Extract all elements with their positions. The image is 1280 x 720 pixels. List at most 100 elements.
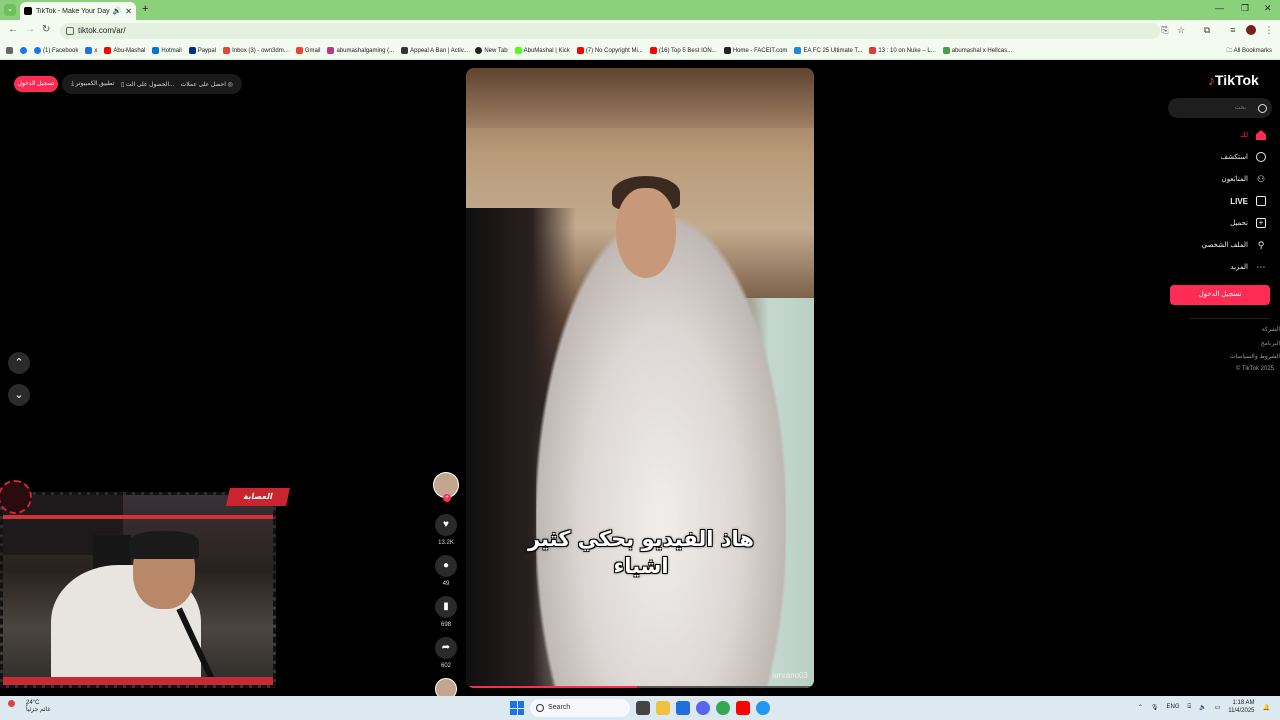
next-video-button[interactable]: ⌄ [8,384,30,406]
sidebar-item-foryou[interactable]: لك [1176,127,1266,143]
follow-plus-icon[interactable]: + [443,494,451,502]
forward-button[interactable]: → [25,24,35,35]
tab-close-button[interactable]: ✕ [125,7,132,16]
video-frame-face [616,188,676,278]
search-icon[interactable] [1258,104,1267,113]
search-input[interactable]: بحث [1168,98,1272,118]
get-coins-link[interactable]: احصل على عملات ◎ [181,81,233,88]
share-count: 602 [440,663,451,669]
video-player[interactable]: هاذ الفيديو بحكي كثير اشياء amrano03 [466,68,814,688]
like-button[interactable]: ♥ [435,514,457,536]
kebab-menu-icon[interactable]: ⋮ [1264,25,1274,35]
sidebar-item-more[interactable]: المزيد ⋯ [1176,259,1266,275]
bookmark-item[interactable]: Gmail [295,47,320,54]
bookmark-item[interactable]: Abu-Mashal [104,47,145,54]
network-icon[interactable]: ⌸ [1188,704,1192,711]
tiktok-note-icon: ♪ [1208,72,1215,88]
chrome-icon[interactable] [716,701,730,715]
bookmark-item[interactable]: Home - FACEIT.com [723,47,787,54]
taskbar-search[interactable]: Search [530,699,630,717]
notification-icon[interactable]: 🔔 [1263,704,1270,711]
reload-button[interactable]: ↻ [42,24,50,35]
bookmark-item[interactable]: abumashal x Hellcas... [942,47,1012,54]
bookmark-item[interactable]: (16) Top 5 Best ION... [649,47,717,54]
comment-button[interactable]: ● [435,555,457,577]
windows-start-icon[interactable] [510,701,524,715]
login-button-sidebar[interactable]: تسجيل الدخول [1170,285,1270,305]
new-tab-button[interactable]: + [142,3,148,15]
chevron-down-icon[interactable]: ⌄ [4,4,16,16]
footer-link-company[interactable]: الشركة [1262,326,1280,333]
profile-avatar[interactable] [1246,25,1256,35]
bookmark-button[interactable]: ▮ [435,596,457,618]
volume-icon[interactable]: 🔈 [1199,704,1206,711]
language-indicator[interactable]: ENG [1166,704,1179,710]
apps-icon[interactable] [6,47,13,54]
tiktok-favicon-icon [24,7,32,15]
weather-widget[interactable]: 24°C غائم جزئياً [8,700,51,714]
live-icon [1256,196,1266,206]
back-button[interactable]: ← [8,24,18,35]
star-icon[interactable]: ☆ [1176,25,1186,35]
footer-link-program[interactable]: البرنامج [1261,340,1280,347]
bookmark-item[interactable]: New Tab [475,47,508,54]
bookmark-item[interactable]: AbuMashal | Kick [514,47,570,54]
taskbar-apps: Search [510,699,770,717]
file-explorer-icon[interactable] [656,701,670,715]
bookmark-item[interactable]: Inbox (3) - own3dm... [223,47,289,54]
folder-icon[interactable] [676,701,690,715]
sidebar-item-explore[interactable]: استكشف [1176,149,1266,165]
bookmark-item[interactable]: (1) Facebook [34,47,78,54]
creator-avatar[interactable]: + [433,472,459,502]
sidebar-item-profile[interactable]: الملف الشخصي ⚲ [1176,237,1266,253]
app-icon[interactable] [756,701,770,715]
minimize-button[interactable]: — [1215,3,1224,13]
bookmark-item[interactable]: EA FC 25 Ultimate T... [794,47,862,54]
close-window-button[interactable]: ✕ [1264,3,1272,14]
url-input[interactable]: tiktok.com/ar/ [60,23,1160,39]
share-button[interactable]: ➦ [435,637,457,659]
bookmarks-bar: (1) Facebook x Abu-Mashal Hotmail Paypal… [0,42,1280,60]
speaker-icon[interactable]: 🔊 [113,7,122,15]
maximize-button[interactable]: ❐ [1241,3,1249,14]
bookmark-item[interactable]: abumashalgaming (... [327,47,394,54]
youtube-icon[interactable] [736,701,750,715]
all-bookmarks-button[interactable]: 🗀 All Bookmarks [1220,46,1272,56]
bookmark-facebook-icon[interactable] [20,47,27,54]
video-progress-bar[interactable] [466,686,814,688]
bookmark-item[interactable]: (7) No Copyright Mi... [576,47,643,54]
microphone-icon[interactable]: 🎙 [1151,704,1159,711]
sidebar-item-upload[interactable]: تحميل + [1176,215,1266,231]
browser-tab[interactable]: TikTok - Make Your Day 🔊 ✕ [20,2,136,20]
discord-icon[interactable] [696,701,710,715]
install-app-icon[interactable]: ⎘ [1160,25,1170,35]
bookmark-item[interactable]: x [85,47,97,54]
previous-video-button[interactable]: ⌃ [8,352,30,374]
bookmark-item[interactable]: 13 : 10 on Nuke – L... [869,47,936,54]
profile-icon: ⚲ [1257,240,1265,250]
top-action-bar: ⤓ تطبيق الكمبيوتر ▯ الحصول على الت... اح… [62,74,242,94]
weather-icon [8,700,15,707]
upload-icon: + [1256,218,1266,228]
media-control-icon[interactable]: ≡ [1228,25,1238,35]
compass-icon [1256,152,1266,162]
sidebar-item-live[interactable]: LIVE [1176,193,1266,209]
desktop-app-link[interactable]: ⤓ تطبيق الكمبيوتر [71,80,114,88]
tiktok-logo[interactable]: ♪TikTok [1208,72,1259,88]
video-watermark: amrano03 [771,671,808,680]
task-view-icon[interactable] [636,701,650,715]
get-app-link[interactable]: ▯ الحصول على الت... [121,81,174,88]
extensions-icon[interactable]: ⧉ [1202,25,1212,35]
sidebar-item-following[interactable]: المتابَعون ⚇ [1176,171,1266,187]
clock[interactable]: 1:18 AM 11/4/2025 [1228,699,1254,715]
sidebar-divider [1190,318,1270,319]
login-button-top[interactable]: تسجيل الدخول [14,76,58,92]
footer-link-terms[interactable]: الشروط والسياسات [1230,353,1280,360]
site-info-icon[interactable] [66,27,74,35]
battery-icon[interactable]: ▭ [1215,704,1221,711]
bookmark-item[interactable]: Paypal [188,47,216,54]
webcam-frame-bottom [3,677,273,685]
bookmark-item[interactable]: Appeal A Ban | Activ... [401,47,468,54]
bookmark-item[interactable]: Hotmail [152,47,182,54]
chevron-up-icon[interactable]: ⌃ [1138,704,1143,711]
